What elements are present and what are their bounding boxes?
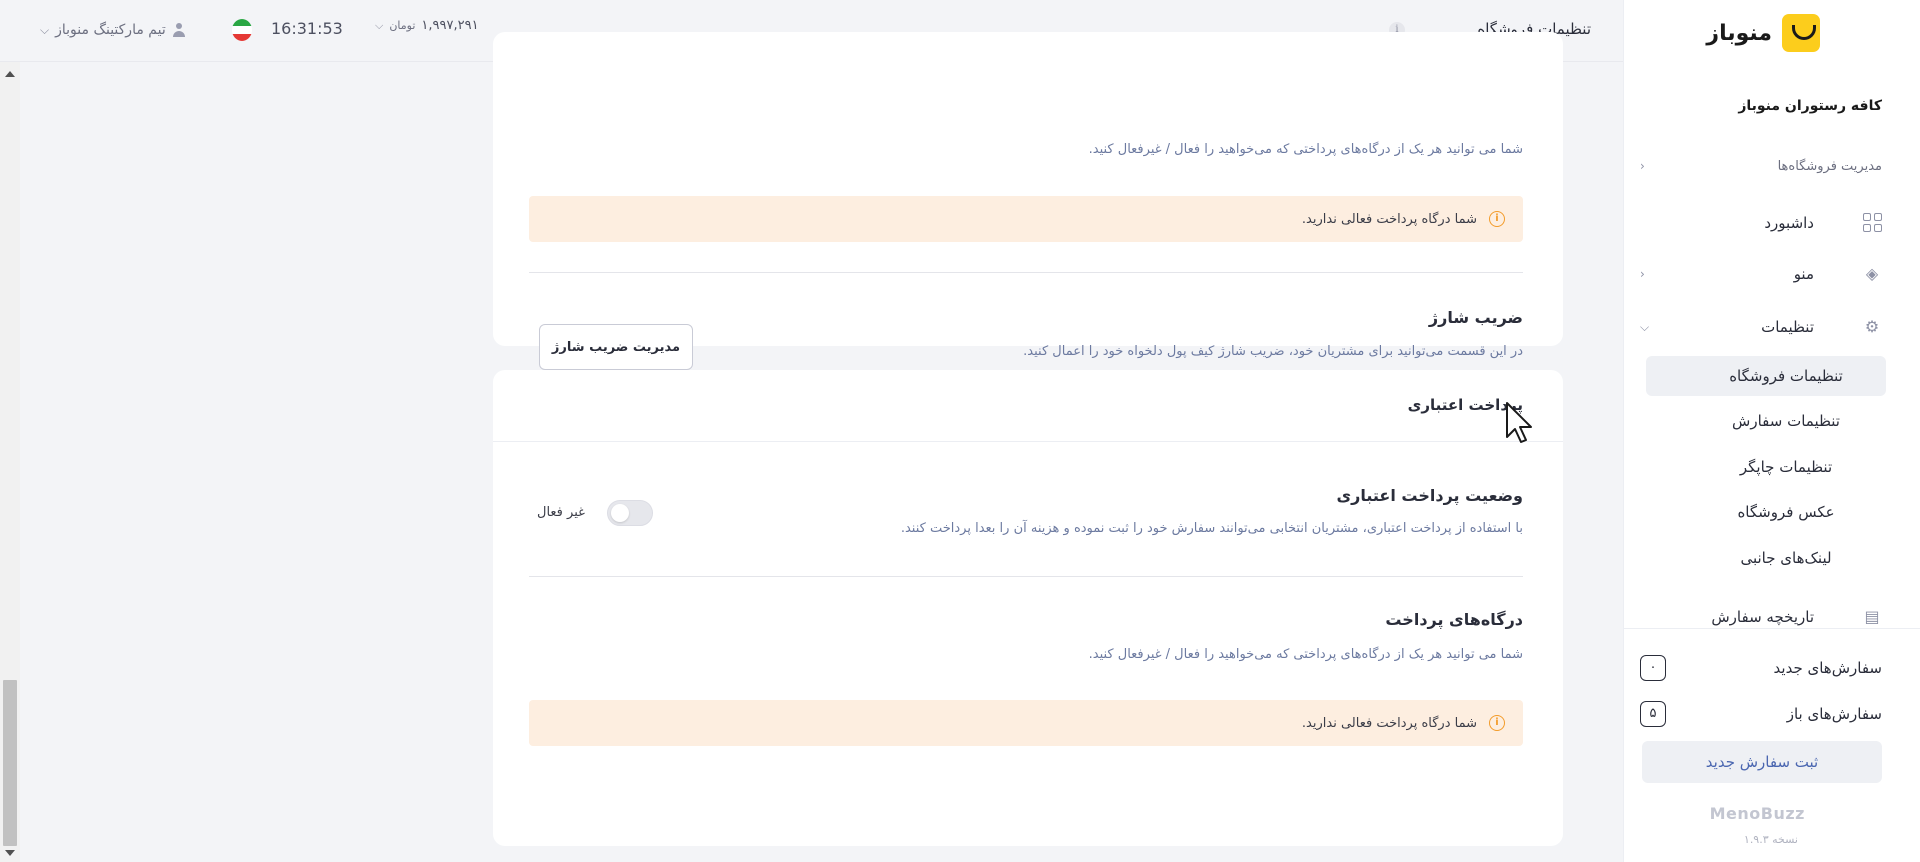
submenu-printer-settings[interactable]: تنظیمات چاپگر xyxy=(1646,447,1886,487)
credit-status-description: با استفاده از پرداخت اعتباری، مشتریان ان… xyxy=(900,521,1523,536)
open-orders-row[interactable]: سفارش‌های باز ۵ xyxy=(1632,700,1882,728)
balance-value: ۱,۹۹۷,۲۹۱ xyxy=(421,18,479,33)
new-orders-label: سفارش‌های جدید xyxy=(1773,659,1882,677)
credit-payment-header[interactable]: پرداخت اعتباری xyxy=(493,370,1563,442)
new-order-button[interactable]: ثبت سفارش جدید xyxy=(1642,741,1882,783)
credit-payment-card: پرداخت اعتباری وضعیت پرداخت اعتباری با ا… xyxy=(493,370,1563,846)
sidebar-item-order-history[interactable]: ▤ تاریخچه سفارش xyxy=(1632,606,1882,628)
divider xyxy=(529,272,1523,273)
wallet-balance[interactable]: ⌵ تومان ۱,۹۹۷,۲۹۱ xyxy=(375,18,479,33)
toggle-state-label: غیر فعال xyxy=(537,505,585,520)
store-management-link[interactable]: مدیریت فروشگاه‌ها ‹ xyxy=(1632,152,1882,180)
receipt-icon: ▤ xyxy=(1864,607,1880,626)
manage-charge-coefficient-button[interactable]: مدیریت ضریب شارژ xyxy=(539,324,693,370)
charge-coefficient-title: ضریب شارژ xyxy=(1428,308,1523,327)
chevron-left-icon: ‹ xyxy=(1640,159,1645,173)
gateways-description: شما می توانید هر یک از درگاه‌های پرداختی… xyxy=(1088,142,1523,157)
menobuzz-logo-icon xyxy=(1782,14,1820,52)
user-name: تیم مارکتینگ منوباز xyxy=(55,22,166,38)
open-orders-count: ۵ xyxy=(1640,701,1666,727)
chevron-down-icon: ⌵ xyxy=(1640,319,1650,334)
app-version: نسخه ۱.۹.۳ xyxy=(1743,833,1798,846)
balance-currency: تومان xyxy=(389,19,416,32)
submenu-order-settings[interactable]: تنظیمات سفارش xyxy=(1646,401,1886,441)
scrollbar-thumb[interactable] xyxy=(3,680,17,846)
scroll-down-arrow-icon[interactable] xyxy=(5,850,15,856)
sidebar: منوباز کافه رستوران منوباز مدیریت فروشگا… xyxy=(1623,0,1920,862)
credit-payment-toggle[interactable] xyxy=(607,500,653,526)
credit-status-title: وضعیت پرداخت اعتباری xyxy=(1336,486,1523,505)
iran-flag-icon[interactable] xyxy=(232,19,252,41)
sidebar-item-label: منو xyxy=(1793,265,1814,283)
sidebar-item-menu[interactable]: ◈ منو ‹ xyxy=(1632,260,1882,288)
sidebar-item-dashboard[interactable]: داشبورد xyxy=(1632,209,1882,237)
sidebar-divider xyxy=(1623,628,1920,629)
no-gateway-alert: i شما درگاه پرداخت فعالی ندارید. xyxy=(529,700,1523,746)
brand[interactable]: منوباز xyxy=(1706,14,1820,52)
page-scrollbar[interactable] xyxy=(0,62,20,862)
payment-settings-card: شما می توانید هر یک از درگاه‌های پرداختی… xyxy=(493,32,1563,370)
payment-gateways-description: شما می توانید هر یک از درگاه‌های پرداختی… xyxy=(1088,647,1523,662)
layers-icon: ◈ xyxy=(1865,264,1879,283)
sidebar-item-label: تاریخچه سفارش xyxy=(1711,608,1814,626)
main-content: شما می توانید هر یک از درگاه‌های پرداختی… xyxy=(20,32,1623,862)
new-orders-count: ۰ xyxy=(1640,655,1666,681)
mouse-cursor-icon xyxy=(1506,402,1532,443)
shop-name: کافه رستوران منوباز xyxy=(1738,98,1882,114)
submenu-side-links[interactable]: لینک‌های جانبی xyxy=(1646,538,1886,578)
new-orders-row[interactable]: سفارش‌های جدید ۰ xyxy=(1632,654,1882,682)
clock: 16:31:53 xyxy=(271,19,343,38)
sidebar-item-label: تنظیمات xyxy=(1761,318,1814,336)
submenu-store-photo[interactable]: عکس فروشگاه xyxy=(1646,492,1886,532)
open-orders-label: سفارش‌های باز xyxy=(1786,705,1882,723)
brand-name: منوباز xyxy=(1706,20,1772,46)
dashboard-icon xyxy=(1862,213,1882,233)
scroll-up-arrow-icon[interactable] xyxy=(5,71,15,77)
alert-text: شما درگاه پرداخت فعالی ندارید. xyxy=(1301,715,1477,731)
sidebar-item-label: داشبورد xyxy=(1764,214,1814,232)
chevron-down-icon: ⌵ xyxy=(375,18,384,32)
sidebar-item-settings[interactable]: ⚙ تنظیمات ⌵ xyxy=(1632,313,1882,341)
alert-text: شما درگاه پرداخت فعالی ندارید. xyxy=(1301,211,1477,227)
store-management-label: مدیریت فروشگاه‌ها xyxy=(1777,158,1882,174)
chevron-left-icon: ‹ xyxy=(1640,267,1645,281)
submenu-store-settings[interactable]: تنظیمات فروشگاه xyxy=(1646,356,1886,396)
no-gateway-alert: i شما درگاه پرداخت فعالی ندارید. xyxy=(529,196,1523,242)
warning-icon: i xyxy=(1489,211,1505,227)
user-menu[interactable]: ⌵ تیم مارکتینگ منوباز xyxy=(40,22,186,38)
chevron-down-icon: ⌵ xyxy=(40,22,50,37)
charge-coefficient-description: در این قسمت می‌توانید برای مشتریان خود، … xyxy=(1023,344,1523,359)
payment-gateways-title: درگاه‌های پرداخت xyxy=(1385,610,1523,629)
user-icon xyxy=(172,23,186,37)
divider xyxy=(529,576,1523,577)
warning-icon: i xyxy=(1489,715,1505,731)
gear-icon: ⚙ xyxy=(1864,317,1880,336)
footer-brand-logo: MenoBuzz xyxy=(1709,804,1805,823)
